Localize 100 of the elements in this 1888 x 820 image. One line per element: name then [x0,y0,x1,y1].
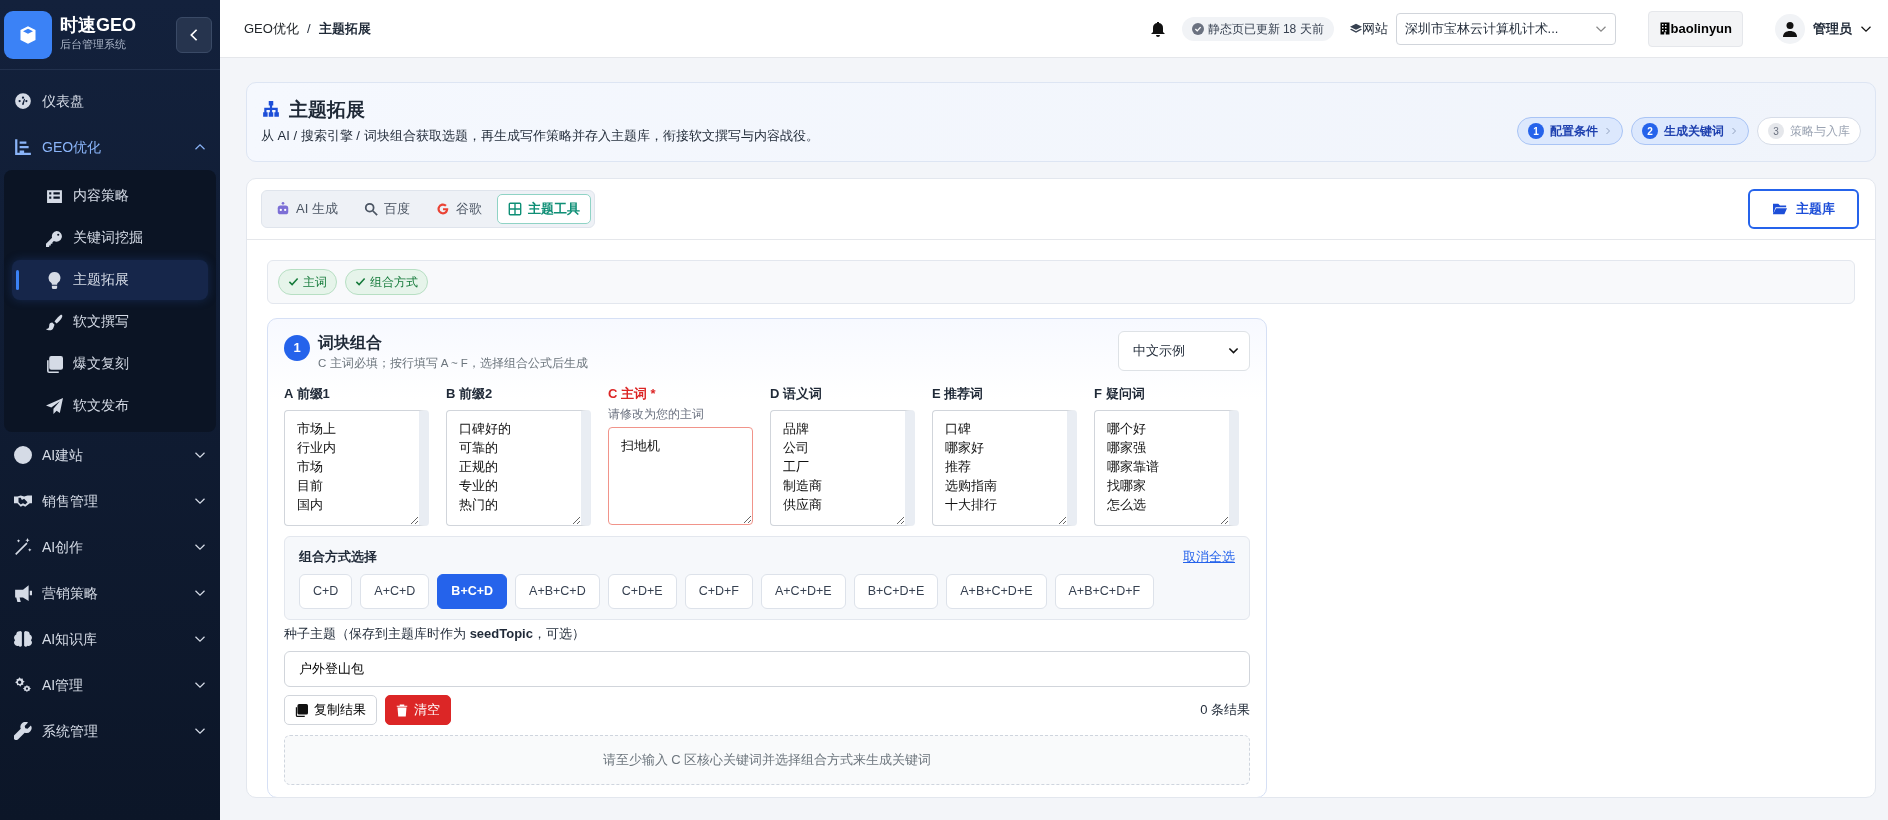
brand-title: 时速GEO [60,16,136,37]
list-line: 怎么选 [1107,495,1146,514]
user-name[interactable]: 管理员 [1813,18,1852,39]
sidebar-item[interactable]: AI建站 [0,432,220,478]
list-line: 口碑 [945,419,971,438]
formula-option[interactable]: A+C+D [360,574,430,609]
list-line: 供应商 [783,495,822,514]
page-subtitle: 从 AI / 搜索引擎 / 词块组合获取选题，再生成写作策略并存入主题库，衔接软文撰写与内容战役。 [261,126,819,145]
tab[interactable]: 谷歌 [424,194,493,224]
breadcrumb-current: 主题拓展 [318,19,371,38]
clear-button[interactable]: 清空 [385,695,451,725]
chevron-right-icon [1604,127,1612,136]
step-indicator[interactable]: 1 配置条件 [1517,117,1623,146]
building-icon [1658,22,1671,35]
bell-icon [1149,20,1166,37]
column-label: C 主词 * [608,385,657,404]
formula-option[interactable]: A+B+C+D+F [1054,574,1155,609]
word-list-field[interactable]: 品牌 公司 工厂 制造商 供应商 [770,409,915,526]
trash-icon [396,703,408,717]
list-line: 可靠的 [459,438,498,457]
brush-icon [46,313,63,331]
check-chip: 组合方式 [345,268,428,295]
breadcrumb-link[interactable]: GEO优化 [244,18,299,39]
word-list-field[interactable]: 扫地机 [608,426,753,525]
sidebar-item[interactable]: 系统管理 [0,708,220,754]
formula-option[interactable]: A+B+C+D [515,574,600,609]
word-list-field[interactable]: 口碑 哪家好 推荐 选购指南 十大排行 [932,409,1077,526]
formula-option[interactable]: B+C+D [437,574,508,609]
folder-icon [1772,202,1788,217]
brand-subtitle: 后台管理系统 [60,37,127,53]
result-count: 0 条结果 [1200,701,1250,720]
brain-icon [14,630,32,648]
list-line: 哪家好 [945,438,984,457]
tab[interactable]: 主题工具 [496,194,591,224]
list-line: 找哪家 [1107,476,1146,495]
account-button[interactable]: baolinyun [1647,10,1743,47]
list-line: 口碑好的 [459,419,511,438]
sidebar-item[interactable]: GEO优化 [0,124,220,170]
layers-icon [1349,22,1362,35]
submenu-item[interactable]: 内容策略 [12,176,208,216]
breadcrumb-separator: / [306,19,311,38]
person-icon [1782,20,1798,37]
step-indicator[interactable]: 3 策略与入库 [1757,117,1861,146]
paper-plane-icon [46,397,63,415]
search-icon [363,202,378,217]
formula-option[interactable]: A+C+D+E [761,574,846,609]
word-list-field[interactable]: 市场上 行业内 市场 目前 国内 [284,409,429,526]
list-line: 市场上 [297,419,336,438]
list-line: 扫地机 [621,436,660,455]
preset-select[interactable]: 中文示例 [1118,330,1250,371]
list-line: 公司 [783,438,809,457]
collapse-button[interactable] [176,16,212,53]
site-select[interactable]: 深圳市宝林云计算机计术... [1395,12,1616,45]
magic-wand-icon [14,538,32,556]
list-line: 品牌 [783,419,809,438]
clear-selection-link[interactable]: 取消全选 [1183,546,1235,567]
lightbulb-icon [46,271,63,289]
list-line: 哪家强 [1107,438,1146,457]
sitemap-icon [261,101,281,120]
check-icon [288,276,299,288]
sidebar-item[interactable]: 营销策略 [0,570,220,616]
list-line: 哪个好 [1107,419,1146,438]
word-list-field[interactable]: 口碑好的 可靠的 正规的 专业的 热门的 [446,409,591,526]
list-line: 专业的 [459,476,498,495]
submenu-item[interactable]: 软文发布 [12,386,208,426]
sidebar-item[interactable]: 销售管理 [0,478,220,524]
list-line: 十大排行 [945,495,997,514]
formula-option[interactable]: A+B+C+D+E [946,574,1047,609]
cube-icon [18,24,38,45]
formula-option[interactable]: C+D+F [684,574,753,609]
copy-icon [295,703,308,717]
seed-topic-field[interactable]: 户外登山包 [284,651,1250,688]
list-line: 制造商 [783,476,822,495]
status-badge: 静态页已更新 18 天前 [1181,16,1334,41]
word-list-field[interactable]: 哪个好 哪家强 哪家靠谱 找哪家 怎么选 [1094,409,1239,526]
sidebar-item[interactable]: AI知识库 [0,616,220,662]
tab[interactable]: 百度 [352,194,421,224]
library-button[interactable]: 主题库 [1748,189,1859,229]
step-indicator[interactable]: 2 生成关键词 [1631,117,1749,146]
formula-option[interactable]: C+D+E [607,574,677,609]
gears-icon [14,676,32,694]
formula-option[interactable]: B+C+D+E [853,574,939,609]
field-hint: 请修改为您的主词 [608,406,705,422]
submenu-item[interactable]: 主题拓展 [12,260,208,300]
panel-title: 组合方式选择 [299,547,377,566]
submenu-item[interactable]: 软文撰写 [12,302,208,342]
list-line: 推荐 [945,457,971,476]
megaphone-icon [14,584,32,602]
gauge-icon [14,92,32,110]
formula-option[interactable]: C+D [299,574,353,609]
copy-results-button[interactable]: 复制结果 [284,695,377,725]
sidebar-item[interactable]: AI管理 [0,662,220,708]
sidebar-item[interactable]: AI创作 [0,524,220,570]
column-label: F 疑问词 [1094,385,1146,404]
tab[interactable]: AI 生成 [265,194,349,224]
empty-message: 请至少输入 C 区核心关键词并选择组合方式来生成关键词 [602,750,932,769]
list-line: 正规的 [459,457,498,476]
sidebar-item[interactable]: 仪表盘 [0,78,220,124]
submenu-item[interactable]: 关键词挖掘 [12,218,208,258]
submenu-item[interactable]: 爆文复刻 [12,344,208,384]
